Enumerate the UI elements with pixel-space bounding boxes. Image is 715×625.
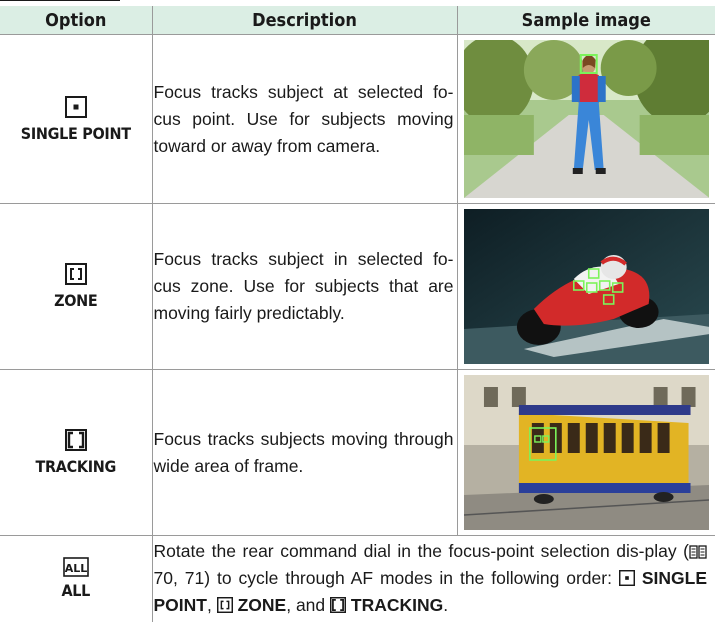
sample-image-tram (463, 375, 709, 530)
sample-image-cell (456, 34, 715, 204)
zone-icon (64, 263, 87, 285)
all-icon: ALL (62, 557, 89, 578)
sample-image-cell (456, 203, 715, 370)
header-option: Option (0, 6, 152, 35)
top-rule (0, 0, 120, 3)
description-cell: Focus tracks subject at selected fo-cus … (151, 34, 457, 204)
tracking-icon (330, 597, 347, 614)
option-label: ZONE (54, 291, 98, 310)
sample-image-cell (456, 369, 715, 536)
all-description-cell: Rotate the rear command dial in the focu… (151, 535, 715, 622)
option-cell: TRACKING (0, 369, 152, 536)
single-point-icon (64, 95, 87, 118)
sep-1: , (206, 595, 217, 616)
option-label: TRACKING (35, 457, 117, 476)
single-point-icon (618, 570, 635, 587)
sample-image-runner (463, 40, 709, 198)
row-tracking: TRACKING Focus tracks subjects moving th… (0, 369, 715, 536)
all-desc-text-1: Rotate the rear command dial in the focu… (153, 541, 690, 562)
sample-image-motorcycle (463, 209, 709, 364)
header-description: Description (151, 6, 457, 35)
option-label: SINGLE POINT (20, 123, 131, 143)
description-cell: Focus tracks subjects moving through wid… (151, 369, 457, 536)
sep-2: , and (286, 595, 331, 616)
header-sample: Sample image (456, 6, 715, 35)
description-cell: Focus tracks subject in selected fo-cus … (151, 203, 457, 370)
af-mode-table: Option Description Sample image SINGLE P… (0, 6, 715, 622)
page-refs: 70, 71 (153, 568, 205, 589)
row-single-point: SINGLE POINT Focus tracks subject at sel… (0, 34, 715, 204)
all-desc-text-2: ) to cycle through AF modes in the follo… (204, 568, 619, 589)
zone-icon (216, 597, 233, 614)
end-punct: . (443, 595, 449, 616)
row-all: ALL ALL Rotate the rear command dial in … (0, 535, 715, 622)
header-row: Option Description Sample image (0, 6, 715, 35)
mode-zone: ZONE (237, 595, 287, 616)
option-cell: SINGLE POINT (0, 34, 152, 204)
tracking-icon (64, 429, 87, 451)
option-cell: ALL ALL (0, 535, 152, 622)
option-cell: ZONE (0, 203, 152, 370)
all-icon-text: ALL (64, 562, 87, 575)
mode-tracking: TRACKING (350, 595, 444, 616)
book-icon (689, 545, 707, 559)
row-zone: ZONE Focus tracks subject in selected fo… (0, 203, 715, 370)
option-label: ALL (61, 581, 91, 601)
